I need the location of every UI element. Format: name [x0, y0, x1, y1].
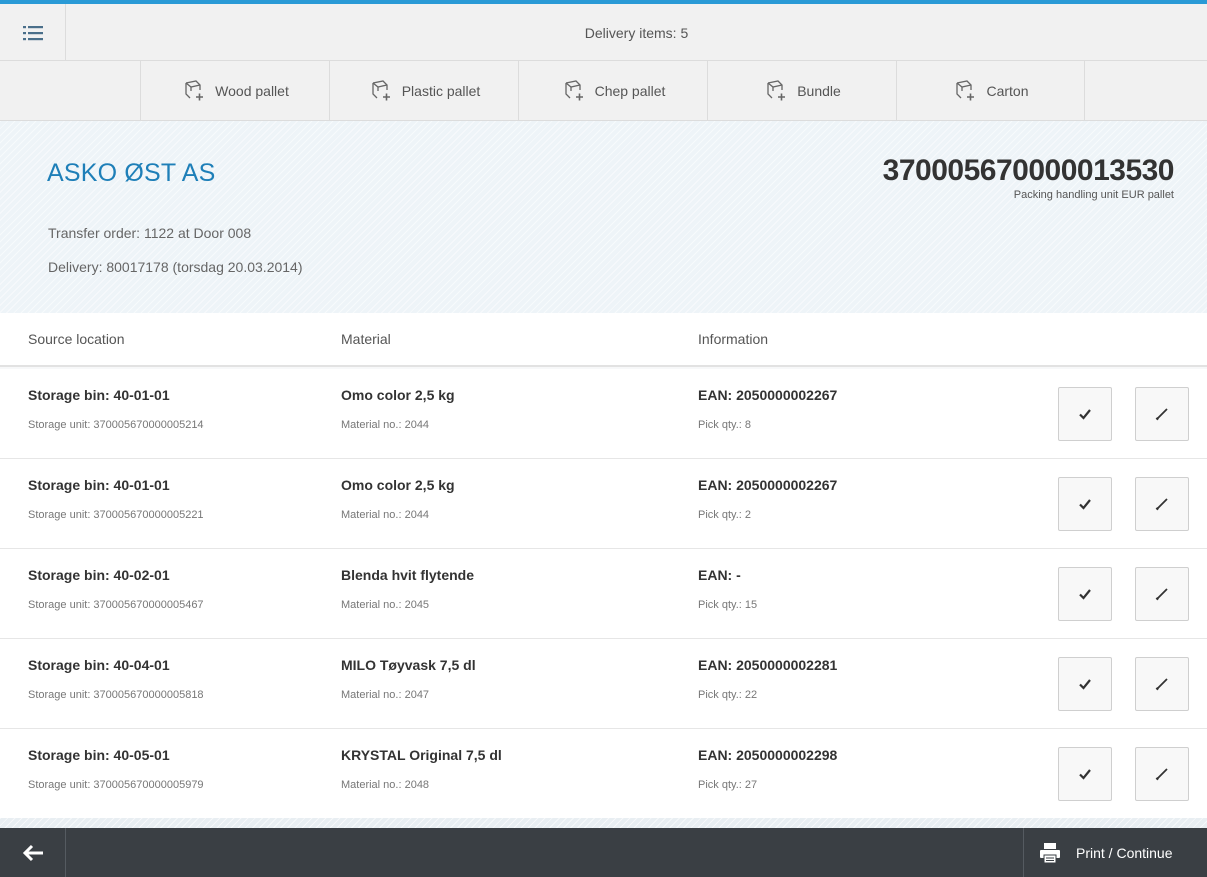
- arrow-left-icon: [22, 844, 43, 861]
- pick-quantity: Pick qty.: 22: [698, 689, 758, 701]
- add-package-icon: [372, 80, 390, 101]
- pick-quantity: Pick qty.: 2: [698, 509, 751, 521]
- storage-unit: Storage unit: 370005670000005214: [28, 419, 204, 431]
- table-header: Source location Material Information: [0, 313, 1207, 367]
- confirm-button[interactable]: [1058, 387, 1112, 441]
- material-number: Material no.: 2048: [341, 779, 430, 791]
- wood-pallet-button[interactable]: Wood pallet: [140, 61, 329, 121]
- material-name: MILO Tøyvask 7,5 dl: [341, 657, 476, 673]
- footer-bar: Print / Continue: [0, 828, 1207, 877]
- delivery-header: ASKO ØST AS Transfer order: 1122 at Door…: [0, 121, 1207, 313]
- pencil-icon: [1155, 408, 1168, 421]
- print-continue-label: Print / Continue: [1076, 844, 1173, 861]
- confirm-button[interactable]: [1058, 747, 1112, 801]
- edit-button[interactable]: [1135, 567, 1189, 621]
- pencil-icon: [1155, 678, 1168, 691]
- bundle-button[interactable]: Bundle: [707, 61, 896, 121]
- confirm-button[interactable]: [1058, 567, 1112, 621]
- storage-unit: Storage unit: 370005670000005221: [28, 509, 204, 521]
- storage-bin: Storage bin: 40-01-01: [28, 477, 170, 493]
- confirm-button[interactable]: [1058, 477, 1112, 531]
- material-name: Omo color 2,5 kg: [341, 477, 455, 493]
- storage-unit: Storage unit: 370005670000005818: [28, 689, 204, 701]
- add-package-icon: [956, 80, 975, 101]
- page-title: Delivery items: 5: [584, 24, 689, 41]
- checkmark-icon: [1079, 769, 1091, 780]
- material-name: Omo color 2,5 kg: [341, 387, 455, 403]
- back-button[interactable]: [0, 828, 66, 877]
- ean: EAN: -: [698, 567, 741, 583]
- material-number: Material no.: 2045: [341, 599, 430, 611]
- bundle-label: Bundle: [797, 83, 841, 99]
- customer-name: ASKO ØST AS: [47, 159, 216, 187]
- checkmark-icon: [1079, 409, 1091, 420]
- column-header-material: Material: [341, 331, 391, 347]
- checkmark-icon: [1079, 589, 1091, 600]
- confirm-button[interactable]: [1058, 657, 1112, 711]
- table-row: Storage bin: 40-05-01 Storage unit: 3700…: [0, 729, 1207, 819]
- carton-label: Carton: [986, 83, 1029, 99]
- storage-bin: Storage bin: 40-05-01: [28, 747, 170, 763]
- list-menu-icon: [22, 25, 43, 40]
- pencil-icon: [1155, 588, 1168, 601]
- handling-unit-number: 370005670000013530: [882, 154, 1175, 187]
- edit-button[interactable]: [1135, 477, 1189, 531]
- footer-divider: [0, 818, 1207, 828]
- add-package-icon: [185, 80, 204, 101]
- ean: EAN: 2050000002298: [698, 747, 838, 763]
- storage-unit: Storage unit: 370005670000005979: [28, 779, 204, 791]
- table-row: Storage bin: 40-02-01 Storage unit: 3700…: [0, 549, 1207, 639]
- transfer-order: Transfer order: 1122 at Door 008: [48, 225, 252, 241]
- pencil-icon: [1155, 768, 1168, 781]
- material-name: Blenda hvit flytende: [341, 567, 475, 583]
- delivery-info: Delivery: 80017178 (torsdag 20.03.2014): [48, 259, 303, 275]
- material-number: Material no.: 2044: [341, 509, 430, 521]
- ean: EAN: 2050000002267: [698, 387, 838, 403]
- pick-quantity: Pick qty.: 15: [698, 599, 758, 611]
- edit-button[interactable]: [1135, 747, 1189, 801]
- wood-pallet-label: Wood pallet: [215, 83, 289, 99]
- add-package-icon: [564, 80, 583, 101]
- table-row: Storage bin: 40-01-01 Storage unit: 3700…: [0, 369, 1207, 459]
- chep-pallet-button[interactable]: Chep pallet: [518, 61, 707, 121]
- carton-button[interactable]: Carton: [896, 61, 1085, 121]
- edit-button[interactable]: [1135, 387, 1189, 441]
- storage-bin: Storage bin: 40-02-01: [28, 567, 170, 583]
- checkmark-icon: [1079, 499, 1091, 510]
- table-row: Storage bin: 40-04-01 Storage unit: 3700…: [0, 639, 1207, 729]
- pencil-icon: [1155, 498, 1168, 511]
- print-continue-button[interactable]: Print / Continue: [1023, 828, 1207, 877]
- packaging-toolbar: Wood pallet Plastic pallet Chep pallet B…: [0, 61, 1207, 121]
- pick-quantity: Pick qty.: 8: [698, 419, 751, 431]
- table-row: Storage bin: 40-01-01 Storage unit: 3700…: [0, 459, 1207, 549]
- top-bar: Delivery items: 5: [0, 4, 1207, 61]
- menu-button[interactable]: [0, 4, 66, 61]
- chep-pallet-label: Chep pallet: [594, 83, 666, 99]
- material-number: Material no.: 2047: [341, 689, 430, 701]
- plastic-pallet-button[interactable]: Plastic pallet: [329, 61, 518, 121]
- printer-icon: [1040, 842, 1060, 863]
- edit-button[interactable]: [1135, 657, 1189, 711]
- pick-quantity: Pick qty.: 27: [698, 779, 758, 791]
- column-header-information: Information: [698, 331, 769, 347]
- material-number: Material no.: 2044: [341, 419, 430, 431]
- add-package-icon: [767, 80, 786, 101]
- column-header-source-location: Source location: [28, 331, 125, 347]
- storage-bin: Storage bin: 40-01-01: [28, 387, 170, 403]
- material-name: KRYSTAL Original 7,5 dl: [341, 747, 502, 763]
- storage-unit: Storage unit: 370005670000005467: [28, 599, 204, 611]
- checkmark-icon: [1079, 679, 1091, 690]
- storage-bin: Storage bin: 40-04-01: [28, 657, 170, 673]
- ean: EAN: 2050000002267: [698, 477, 838, 493]
- plastic-pallet-label: Plastic pallet: [401, 83, 481, 99]
- handling-unit-description: Packing handling unit EUR pallet: [1013, 189, 1174, 201]
- ean: EAN: 2050000002281: [698, 657, 838, 673]
